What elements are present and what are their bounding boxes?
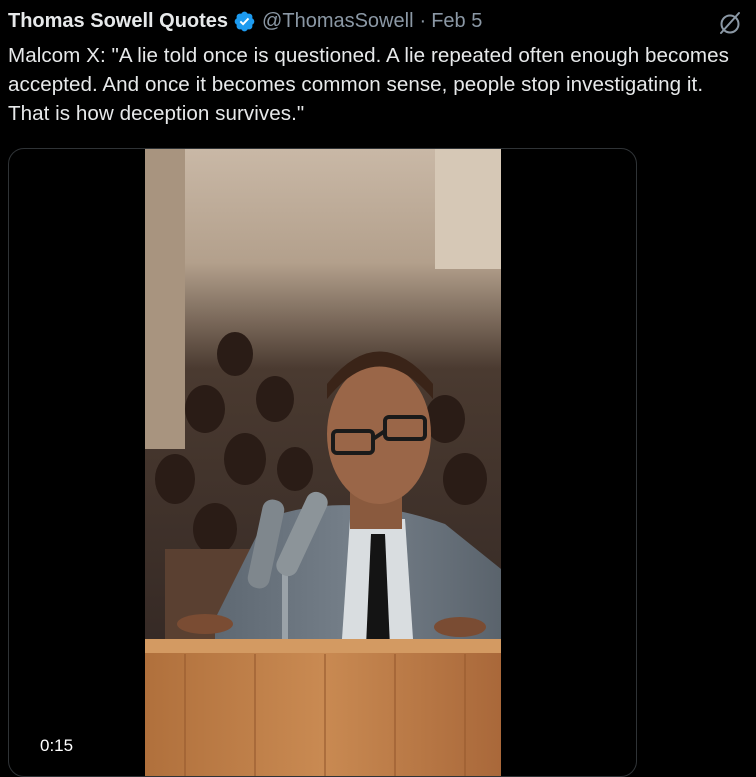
tweet[interactable]: Thomas Sowell Quotes @ThomasSowell · Feb… — [0, 0, 756, 777]
author-name[interactable]: Thomas Sowell Quotes — [8, 6, 228, 36]
tweet-text: Malcom X: "A lie told once is questioned… — [8, 44, 729, 125]
grok-icon[interactable] — [717, 10, 743, 36]
tweet-header: Thomas Sowell Quotes @ThomasSowell · Feb… — [8, 6, 482, 36]
video-thumbnail — [145, 149, 501, 776]
author-handle[interactable]: @ThomasSowell — [262, 6, 413, 36]
tweet-date[interactable]: Feb 5 — [431, 6, 482, 36]
video-timestamp: 0:15 — [33, 733, 81, 759]
video-player[interactable]: 0:15 — [8, 148, 637, 777]
separator-dot: · — [419, 10, 427, 32]
verified-badge-icon — [233, 10, 256, 33]
